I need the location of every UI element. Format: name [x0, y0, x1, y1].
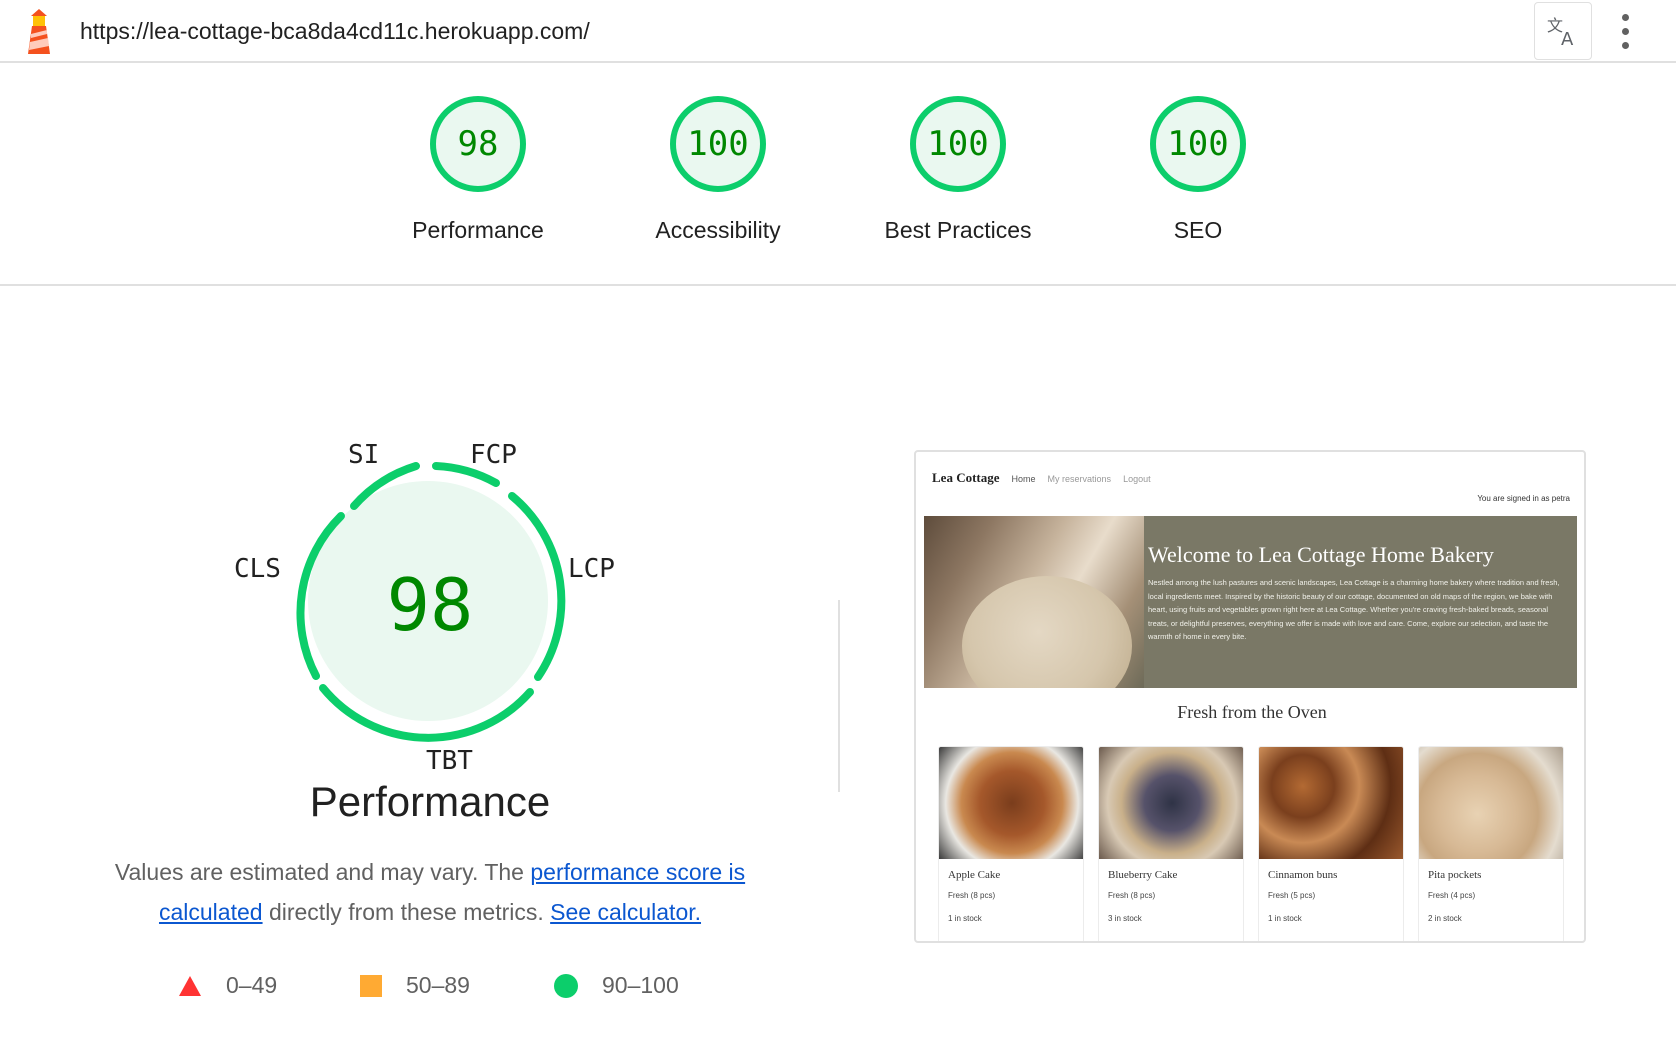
thumb-product-card: Cinnamon buns Fresh (5 pcs) 1 in stock: [1258, 746, 1404, 941]
translate-icon: 文 A: [1547, 16, 1574, 49]
product-stock: 2 in stock: [1428, 914, 1462, 923]
see-calculator-link[interactable]: See calculator.: [550, 899, 701, 925]
page-url: https://lea-cottage-bca8da4cd11c.herokua…: [80, 18, 590, 44]
product-stock: 1 in stock: [1268, 914, 1302, 923]
product-name: Blueberry Cake: [1108, 869, 1178, 881]
thumb-product-card: Blueberry Cake Fresh (8 pcs) 3 in stock: [1098, 746, 1244, 941]
legend-item-average: 50–89: [360, 972, 470, 999]
gauge-best-practices[interactable]: 100 Best Practices: [868, 95, 1048, 244]
legend-range: 90–100: [602, 972, 679, 998]
thumb-hero: Welcome to Lea Cottage Home Bakery Nestl…: [924, 516, 1577, 688]
thumb-nav-logout: Logout: [1123, 474, 1151, 484]
legend-item-pass: 90–100: [554, 972, 679, 999]
metric-label-si: SI: [348, 440, 380, 470]
gauge-score: 98: [457, 124, 499, 164]
square-icon: [360, 974, 382, 997]
thumb-product-card: Apple Cake Fresh (8 pcs) 1 in stock: [938, 746, 1084, 941]
section-divider: [838, 600, 840, 792]
product-name: Pita pockets: [1428, 869, 1482, 881]
lighthouse-icon: [22, 8, 56, 56]
kebab-menu-icon[interactable]: [1610, 8, 1640, 54]
legend-range: 50–89: [406, 972, 470, 998]
gauge-label: SEO: [1173, 217, 1223, 243]
thumb-product-list: Apple Cake Fresh (8 pcs) 1 in stock Blue…: [938, 746, 1564, 941]
thumb-navbar: Lea Cottage Home My reservations Logout: [932, 470, 1151, 486]
product-stock: 3 in stock: [1108, 914, 1142, 923]
score-header: 98 Performance 100 Accessibility 100 Bes…: [0, 63, 1676, 286]
gauge-accessibility[interactable]: 100 Accessibility: [628, 95, 808, 244]
gauge-score: 100: [687, 124, 749, 164]
translate-button[interactable]: 文 A: [1534, 2, 1592, 60]
gauge-performance[interactable]: 98 Performance: [388, 95, 568, 244]
final-screenshot[interactable]: Lea Cottage Home My reservations Logout …: [914, 450, 1586, 943]
product-name: Cinnamon buns: [1268, 869, 1338, 881]
product-sub: Fresh (8 pcs): [948, 891, 996, 900]
thumb-hero-image: [924, 516, 1144, 688]
gauge-label: Best Practices: [884, 217, 1032, 243]
performance-description: Values are estimated and may vary. The p…: [80, 852, 780, 932]
gauge-seo[interactable]: 100 SEO: [1108, 95, 1288, 244]
thumb-section-title: Fresh from the Oven: [1177, 702, 1327, 722]
thumb-hero-text: Nestled among the lush pastures and scen…: [1148, 578, 1560, 641]
thumb-nav-home: Home: [1011, 474, 1036, 484]
thumb-nav-reservations: My reservations: [1047, 474, 1112, 484]
performance-title: Performance: [309, 778, 551, 825]
thumb-brand: Lea Cottage: [932, 470, 1000, 485]
product-image: [939, 747, 1083, 859]
legend-item-fail: 0–49: [178, 972, 277, 999]
gauge-score: 100: [927, 124, 989, 164]
product-sub: Fresh (5 pcs): [1268, 891, 1316, 900]
report-topbar: https://lea-cottage-bca8da4cd11c.herokua…: [0, 0, 1676, 63]
description-text: directly from these metrics.: [262, 899, 551, 925]
metric-label-lcp: LCP: [568, 554, 615, 584]
product-name: Apple Cake: [948, 869, 1001, 881]
product-sub: Fresh (4 pcs): [1428, 891, 1476, 900]
gauge-label: Performance: [412, 217, 544, 243]
product-image: [1419, 747, 1563, 859]
circle-icon: [554, 973, 578, 998]
thumb-signed-in: You are signed in as petra: [1477, 494, 1570, 503]
thumb-hero-title: Welcome to Lea Cottage Home Bakery: [1148, 542, 1494, 567]
metric-label-fcp: FCP: [470, 440, 517, 470]
thumb-product-card: Pita pockets Fresh (4 pcs) 2 in stock: [1418, 746, 1564, 941]
metric-label-tbt: TBT: [426, 746, 473, 776]
svg-text:A: A: [1561, 29, 1574, 49]
gauge-label: Accessibility: [655, 217, 781, 243]
product-image: [1099, 747, 1243, 859]
triangle-icon: [179, 975, 201, 996]
product-stock: 1 in stock: [948, 914, 982, 923]
description-text: Values are estimated and may vary. The: [114, 859, 531, 885]
metric-label-cls: CLS: [234, 554, 281, 584]
product-image: [1259, 747, 1403, 859]
performance-gauge: 98 SI FCP LCP TBT CLS: [220, 430, 640, 830]
gauge-score: 100: [1167, 124, 1229, 164]
legend-range: 0–49: [226, 972, 278, 998]
product-sub: Fresh (8 pcs): [1108, 891, 1156, 900]
